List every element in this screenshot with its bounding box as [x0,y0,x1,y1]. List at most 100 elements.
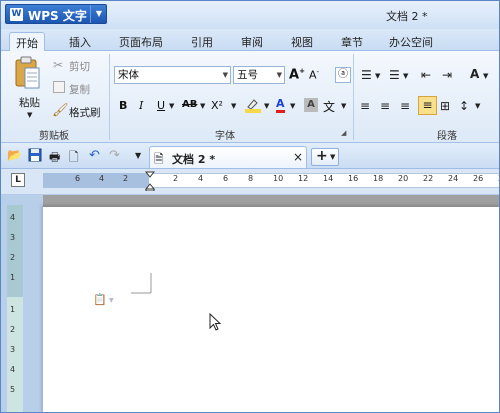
align-right-icon[interactable]: ≡ [400,99,410,113]
decrease-indent-icon[interactable]: ⇤ [421,68,431,82]
tab-insert[interactable]: 插入 [63,32,97,51]
customize-toolbar-icon[interactable]: ▼ [135,151,141,160]
document-tab-title: 文档 2 * [172,153,216,166]
close-tab-icon[interactable]: × [293,150,303,164]
ruler-number: 4 [10,365,16,374]
ruler-number: 26 [473,174,484,183]
line-spacing-icon[interactable]: ↕ [459,99,469,113]
group-divider [353,54,354,140]
chevron-down-icon[interactable]: ▼ [290,102,295,110]
ruler-number: 20 [398,174,409,183]
tab-home[interactable]: 开始 [9,32,45,52]
paste-options-icon[interactable]: 📋 [93,293,107,306]
ruler-number: 10 [273,174,284,183]
wps-menu-button[interactable]: W WPS 文字 ▼ [5,4,107,24]
group-divider [109,54,110,140]
wps-window: W WPS 文字 ▼ 文档 2 * 开始 插入 页面布局 引用 审阅 视图 章节… [0,0,500,413]
horizontal-ruler-numbers: 642246810121416182022242628 [43,173,499,188]
undo-icon[interactable]: ↶ [89,148,104,163]
ribbon-panel: 粘贴 ▼ ✂ 剪切 复制 🖌 格式刷 剪贴板 宋体 ▼ 五号 ▼ A+ A- ⓐ… [1,51,499,143]
wps-logo-icon: W [10,8,23,21]
tab-references[interactable]: 引用 [185,32,219,51]
justify-icon[interactable]: ≡ [418,96,437,115]
new-tab-button[interactable]: + ▼ [311,148,339,166]
underline-button[interactable]: U [157,99,165,112]
text-direction-icon[interactable]: A [470,67,479,81]
superscript-button[interactable]: X² [211,99,223,112]
strikethrough-button[interactable]: AB [182,99,197,110]
chevron-down-icon: ▼ [276,71,282,79]
print-icon[interactable]: 🖶 [49,148,64,164]
ruler-number: 2 [10,253,16,262]
numbering-icon[interactable]: ☰ [389,68,400,82]
chevron-down-icon[interactable]: ▼ [403,72,408,80]
ruler-number: 5 [10,385,16,394]
clear-format-icon[interactable]: ⓐ [335,67,351,83]
format-painter-icon: 🖌 [52,103,69,118]
ruler-number: 12 [298,174,309,183]
redo-icon[interactable]: ↷ [109,148,124,163]
shrink-font-icon[interactable]: A- [309,68,319,82]
grow-font-icon[interactable]: A+ [289,67,305,82]
align-center-icon[interactable]: ≡ [380,99,390,113]
wps-menu-label: WPS 文字 [28,9,87,23]
chevron-down-icon[interactable]: ▼ [264,102,269,110]
chevron-down-icon[interactable]: ▼ [200,102,205,110]
ruler-number: 6 [223,174,229,183]
print-preview-icon[interactable]: 🗋 [69,148,84,164]
chevron-down-icon[interactable]: ▼ [231,102,236,110]
italic-button[interactable]: I [139,99,143,112]
ruler-number: 3 [10,345,16,354]
chevron-down-icon[interactable]: ▼ [90,5,107,23]
ruler-number: 8 [248,174,254,183]
align-left-icon[interactable]: ≡ [360,99,370,113]
font-color-icon[interactable]: A [276,97,285,113]
ruler-number: 16 [348,174,359,183]
bullets-icon[interactable]: ☰ [361,68,372,82]
chevron-down-icon[interactable]: ▼ [109,297,114,304]
tab-office-space[interactable]: 办公空间 [383,32,439,51]
cut-button[interactable]: 剪切 [69,59,90,74]
tab-stop-selector[interactable]: L [11,173,25,187]
copy-button[interactable]: 复制 [69,82,90,97]
vertical-ruler-numbers: 4 3 2 1 1 2 3 4 5 [7,205,23,412]
ribbon-tabs: 开始 插入 页面布局 引用 审阅 视图 章节 办公空间 [1,29,499,52]
chevron-down-icon: ▼ [330,153,336,161]
paste-button[interactable]: 粘贴 [19,95,40,110]
ruler-number: 3 [10,233,16,242]
indent-marker-icon[interactable] [144,171,156,192]
distributed-align-icon[interactable]: ⊞ [440,99,450,113]
phonetic-guide-icon[interactable]: 文 [323,98,335,115]
bold-button[interactable]: B [119,99,127,112]
open-folder-icon[interactable]: 📂 [7,148,22,163]
save-icon[interactable] [28,148,43,163]
tab-view[interactable]: 视图 [285,32,319,51]
font-size-value: 五号 [237,69,258,81]
ruler-number: 6 [75,174,81,183]
tab-chapter[interactable]: 章节 [335,32,369,51]
font-dialog-launcher-icon[interactable]: ◢ [341,129,346,137]
document-tab[interactable]: 🗎 文档 2 * × [149,146,307,168]
highlight-icon[interactable] [244,97,262,113]
chevron-down-icon[interactable]: ▼ [169,102,174,110]
font-size-select[interactable]: 五号 ▼ [233,66,285,84]
format-painter-button[interactable]: 格式刷 [69,105,101,120]
paste-dropdown-icon[interactable]: ▼ [27,111,32,119]
char-shading-icon[interactable]: A [304,98,318,112]
ruler-number: 18 [373,174,384,183]
scissors-icon: ✂ [53,58,64,72]
ruler-number: 14 [323,174,334,183]
tab-review[interactable]: 审阅 [235,32,269,51]
chevron-down-icon[interactable]: ▼ [483,72,488,80]
chevron-down-icon[interactable]: ▼ [341,102,346,110]
chevron-down-icon[interactable]: ▼ [375,72,380,80]
paste-icon[interactable] [13,56,43,92]
document-page[interactable]: 📋 ▼ [43,207,499,412]
font-name-select[interactable]: 宋体 ▼ [114,66,231,84]
chevron-down-icon[interactable]: ▼ [475,102,480,110]
copy-icon [53,81,65,93]
increase-indent-icon[interactable]: ⇥ [442,68,452,82]
ruler-number: 1 [10,305,16,314]
tab-page-layout[interactable]: 页面布局 [113,32,169,51]
chevron-down-icon: ▼ [222,71,228,79]
